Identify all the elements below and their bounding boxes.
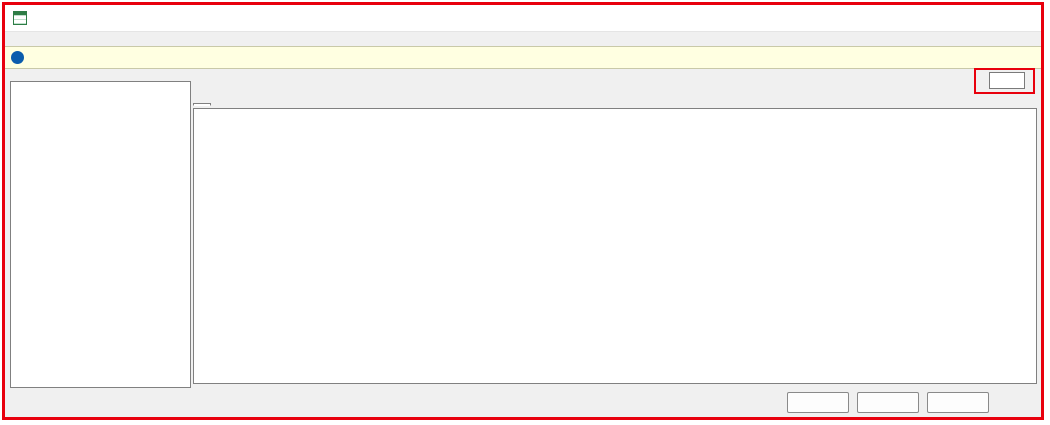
top-row	[191, 68, 1041, 94]
skip-input[interactable]	[989, 72, 1025, 89]
skip-rows-box	[974, 68, 1035, 94]
spreadsheet-area	[193, 108, 1037, 384]
tab-sheet1[interactable]	[193, 103, 211, 106]
close-button[interactable]	[1005, 6, 1041, 31]
spreadsheet-app-icon	[13, 11, 27, 25]
titlebar	[5, 5, 1041, 32]
cancel-button[interactable]	[927, 392, 989, 413]
fields-listbox[interactable]	[10, 81, 191, 388]
import-wizard-window	[2, 2, 1044, 420]
maximize-button[interactable]	[969, 6, 1005, 31]
next-button[interactable]	[857, 392, 919, 413]
fields-panel-label	[10, 68, 191, 81]
fields-panel	[5, 68, 191, 390]
info-icon	[11, 51, 24, 64]
wizard-buttons	[787, 392, 989, 413]
minimize-button[interactable]	[933, 6, 969, 31]
info-bar	[5, 46, 1041, 69]
main-area	[5, 68, 1041, 390]
sheet-content	[191, 68, 1041, 390]
sheet-tabs	[191, 92, 1041, 108]
step-indicator	[5, 32, 1041, 46]
back-button[interactable]	[787, 392, 849, 413]
